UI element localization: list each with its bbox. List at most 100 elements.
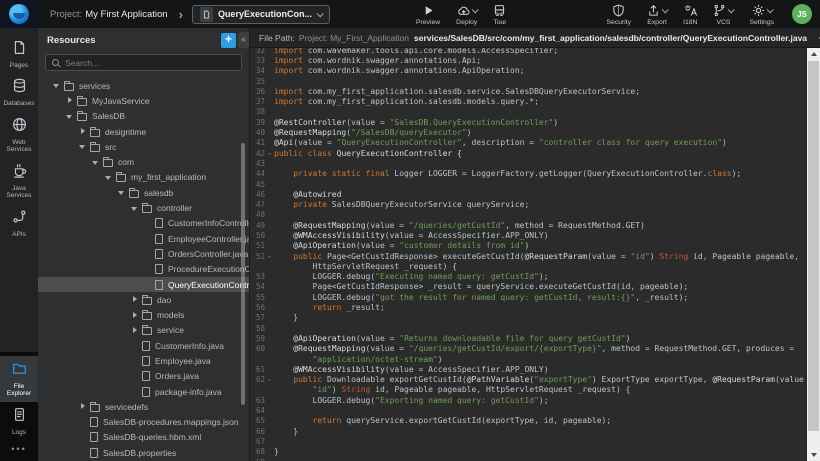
code-line[interactable]: 34import com.wordnik.swagger.annotations… <box>250 66 807 76</box>
code-line[interactable]: 54 Page<GetCustIdResponse> _result = que… <box>250 282 807 292</box>
code-line[interactable]: 48 <box>250 210 807 220</box>
code-line[interactable]: 36import com.my_first_application.salesd… <box>250 86 807 96</box>
tree-folder-my_first_application[interactable]: my_first_application <box>38 170 249 185</box>
code-line[interactable]: 39@RestController(value = "SalesDB.Query… <box>250 117 807 127</box>
tree-file-Employee.java[interactable]: Employee.java <box>38 353 249 368</box>
code-line[interactable]: 38 <box>250 107 807 117</box>
topbar-action-i18n[interactable]: I18N <box>675 2 705 27</box>
play-icon <box>422 4 435 18</box>
code-line[interactable]: 42-public class QueryExecutionController… <box>250 148 807 158</box>
code-line[interactable]: 63 LOGGER.debug("Exporting named query: … <box>250 395 807 405</box>
tree-folder-service[interactable]: service <box>38 323 249 338</box>
rail-item-java-services[interactable]: Java Services <box>0 158 38 204</box>
tree-file-QueryExecutionController.java[interactable]: QueryExecutionController.java <box>38 277 249 292</box>
add-resource-button[interactable]: + <box>221 33 236 48</box>
code-line[interactable]: 33import com.wordnik.swagger.annotations… <box>250 55 807 65</box>
tree-folder-salesdb[interactable]: salesdb <box>38 185 249 200</box>
code-line[interactable]: 37import com.my_first_application.salesd… <box>250 96 807 106</box>
search-input[interactable] <box>65 58 235 68</box>
code-line[interactable]: 45 <box>250 179 807 189</box>
code-line[interactable]: 55 LOGGER.debug("got the result for name… <box>250 292 807 302</box>
scroll-down-arrow-icon[interactable] <box>811 453 817 457</box>
code-line[interactable]: 32import com.wavemaker.tools.api.core.mo… <box>250 48 807 55</box>
tree-file-CustomerInfoController.java[interactable]: CustomerInfoController.java <box>38 216 249 231</box>
rail-item-apis[interactable]: APIs <box>0 204 38 242</box>
app-logo-button[interactable] <box>0 0 38 28</box>
tree-folder-services[interactable]: services <box>38 78 249 93</box>
code-line[interactable]: 67 <box>250 436 807 446</box>
code-line[interactable]: 60 @RequestMapping(value = "/queries/get… <box>250 344 807 354</box>
code-line[interactable]: 56 return _result; <box>250 302 807 312</box>
user-avatar[interactable]: JS <box>792 4 812 24</box>
token-txt: id, Pageable pageable, HttpServletReques… <box>370 385 630 394</box>
code-line[interactable]: 59 @ApiOperation(value = "Returns downlo… <box>250 333 807 343</box>
tree-file-SalesDB.properties[interactable]: SalesDB.properties <box>38 445 249 460</box>
code-line[interactable]: 49 @RequestMapping(value = "/queries/get… <box>250 220 807 230</box>
code-line[interactable]: 53 LOGGER.debug("Executing named query: … <box>250 272 807 282</box>
code-line[interactable]: 51 @ApiOperation(value = "customer detai… <box>250 241 807 251</box>
code-area[interactable]: 32import com.wavemaker.tools.api.core.mo… <box>250 48 807 461</box>
tree-folder-servicedefs[interactable]: servicedefs <box>38 399 249 414</box>
code-line[interactable]: 40@RequestMapping("/SalesDB/queryExecuto… <box>250 127 807 137</box>
rail-item-pages[interactable]: Pages <box>0 35 38 73</box>
code-line[interactable]: 41@Api(value = "QueryExecutionController… <box>250 138 807 148</box>
code-line[interactable]: "id") String id, Pageable pageable, Http… <box>250 385 807 395</box>
tree-file-package-info.java[interactable]: package-info.java <box>38 384 249 399</box>
tree-folder-SalesDB[interactable]: SalesDB <box>38 109 249 124</box>
topbar-action-security[interactable]: Security <box>599 2 640 27</box>
code-line[interactable]: 47 private SalesDBQueryExecutorService q… <box>250 199 807 209</box>
collapse-panel-button[interactable]: « <box>238 32 249 48</box>
topbar-action-tour[interactable]: Tour <box>485 2 514 27</box>
rail-item-logs[interactable]: Logs <box>0 402 38 440</box>
code-line[interactable]: 69 <box>250 457 807 461</box>
tree-scrollbar-thumb[interactable] <box>241 143 245 405</box>
tree-folder-src[interactable]: src <box>38 139 249 154</box>
more-options-button[interactable]: ••• <box>0 440 38 461</box>
code-line[interactable]: "application/octet-stream") <box>250 354 807 364</box>
code-line[interactable]: 65 return queryService.exportGetCustId(e… <box>250 416 807 426</box>
code-line[interactable]: 52- public Page<GetCustIdResponse> execu… <box>250 251 807 261</box>
code-line[interactable]: 43 <box>250 158 807 168</box>
topbar-action-vcs[interactable]: VCS <box>705 2 741 27</box>
code-line[interactable]: 66 } <box>250 426 807 436</box>
code-line[interactable]: 58 <box>250 323 807 333</box>
rail-item-file-explorer[interactable]: File Explorer <box>0 356 38 402</box>
file-icon <box>90 432 98 442</box>
code-line[interactable]: 44 private static final Logger LOGGER = … <box>250 169 807 179</box>
code-line[interactable]: 62- public Downloadable exportGetCustId(… <box>250 375 807 385</box>
code-line[interactable]: 57 } <box>250 313 807 323</box>
tree-file-ProcedureExecutionController.java[interactable]: ProcedureExecutionController.java <box>38 262 249 277</box>
topbar-action-export[interactable]: Export <box>639 2 675 27</box>
tree-folder-dao[interactable]: dao <box>38 292 249 307</box>
code-line[interactable]: 50 @WMAccessVisibility(value = AccessSpe… <box>250 230 807 240</box>
tree-file-SalesDB-queries.hbm.xml[interactable]: SalesDB-queries.hbm.xml <box>38 430 249 445</box>
tree-file-Orders.java[interactable]: Orders.java <box>38 369 249 384</box>
tree-folder-MyJavaService[interactable]: MyJavaService <box>38 93 249 108</box>
code-line[interactable]: 64 <box>250 405 807 415</box>
tree-folder-designtime[interactable]: designtime <box>38 124 249 139</box>
code-line[interactable]: 61 @WMAccessVisibility(value = AccessSpe… <box>250 364 807 374</box>
open-file-dropdown[interactable]: QueryExecutionCon... <box>192 5 330 24</box>
topbar-action-settings[interactable]: Settings <box>741 2 782 27</box>
code-line[interactable]: 46 @Autowired <box>250 189 807 199</box>
rail-item-databases[interactable]: Databases <box>0 73 38 111</box>
scroll-up-arrow-icon[interactable] <box>811 52 817 56</box>
tree-file-SalesDB-procedures.mappings.json[interactable]: SalesDB-procedures.mappings.json <box>38 415 249 430</box>
resources-search[interactable] <box>45 54 242 71</box>
editor-scrollbar-thumb[interactable] <box>808 61 819 431</box>
code-line[interactable]: HttpServletRequest _request) { <box>250 261 807 271</box>
tree-file-EmployeeController.java[interactable]: EmployeeController.java <box>38 231 249 246</box>
rail-item-web-services[interactable]: Web Services <box>0 112 38 158</box>
topbar-action-deploy[interactable]: Deploy <box>448 2 485 27</box>
tree-folder-com[interactable]: com <box>38 154 249 169</box>
project-name[interactable]: My First Application <box>85 9 167 20</box>
chevron-expanded-icon <box>130 204 139 213</box>
tree-folder-controller[interactable]: controller <box>38 200 249 215</box>
tree-file-CustomerInfo.java[interactable]: CustomerInfo.java <box>38 338 249 353</box>
code-line[interactable]: 35 <box>250 76 807 86</box>
tree-file-OrdersController.java[interactable]: OrdersController.java <box>38 246 249 261</box>
tree-folder-models[interactable]: models <box>38 307 249 322</box>
topbar-action-preview[interactable]: Preview <box>408 2 448 27</box>
editor-scrollbar[interactable] <box>807 48 820 461</box>
code-line[interactable]: 68} <box>250 447 807 457</box>
